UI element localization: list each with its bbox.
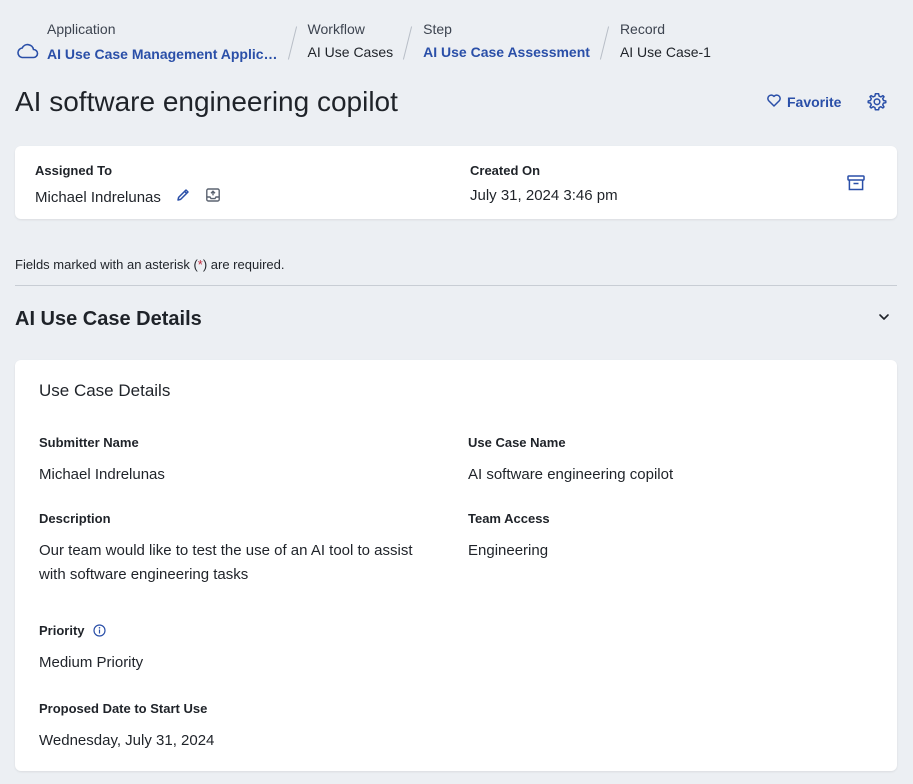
breadcrumb-application-link[interactable]: AI Use Case Management Applic…: [47, 45, 278, 63]
description-field: Description Our team would like to test …: [39, 511, 429, 587]
breadcrumb-workflow-value: AI Use Cases: [307, 44, 394, 60]
section-header-ai-use-case-details[interactable]: AI Use Case Details: [15, 305, 897, 333]
breadcrumb-step-label: Step: [423, 21, 452, 37]
upload-tray-icon: [205, 187, 221, 208]
favorite-label: Favorite: [787, 94, 842, 110]
description-label: Description: [39, 511, 111, 526]
use-case-name-field: Use Case Name AI software engineering co…: [468, 435, 673, 487]
archive-button[interactable]: [846, 173, 866, 198]
created-on-value: July 31, 2024 3:46 pm: [470, 187, 618, 204]
info-icon[interactable]: [92, 624, 106, 637]
required-fields-note: Fields marked with an asterisk (*) are r…: [15, 257, 285, 272]
submitter-name-field: Submitter Name Michael Indrelunas: [39, 435, 165, 487]
team-access-label: Team Access: [468, 511, 550, 526]
created-on-field: Created On July 31, 2024 3:46 pm: [470, 163, 618, 204]
page-title: AI software engineering copilot: [15, 86, 398, 117]
record-summary-card: Assigned To Michael Indrelunas Created O…: [15, 146, 897, 219]
priority-field: Priority Medium Priority: [39, 623, 143, 675]
edit-assignee-button[interactable]: [175, 187, 191, 208]
breadcrumb-step-link[interactable]: AI Use Case Assessment: [423, 43, 590, 61]
card-title: Use Case Details: [39, 381, 171, 400]
created-on-label: Created On: [470, 163, 541, 178]
proposed-date-value: Wednesday, July 31, 2024: [39, 732, 215, 749]
proposed-date-label: Proposed Date to Start Use: [39, 701, 208, 716]
archive-icon: [846, 175, 866, 197]
use-case-details-card: Use Case Details Submitter Name Michael …: [15, 360, 897, 771]
heart-icon: [767, 94, 787, 110]
divider: [15, 285, 897, 286]
submitter-name-value: Michael Indrelunas: [39, 466, 165, 483]
assigned-to-value: Michael Indrelunas: [35, 189, 161, 206]
assigned-to-label: Assigned To: [35, 163, 113, 178]
section-title: AI Use Case Details: [15, 307, 202, 330]
reassign-button[interactable]: [205, 187, 221, 208]
team-access-field: Team Access Engineering: [468, 511, 550, 563]
breadcrumb-record-label: Record: [619, 21, 666, 37]
submitter-name-label: Submitter Name: [39, 435, 139, 450]
cloud-icon: [16, 43, 39, 64]
use-case-name-label: Use Case Name: [468, 435, 566, 450]
assigned-to-field: Assigned To Michael Indrelunas: [35, 163, 221, 208]
breadcrumb-record: Record AI Use Case-1: [620, 20, 711, 61]
priority-value: Medium Priority: [39, 654, 144, 671]
chevron-down-icon[interactable]: [877, 310, 897, 329]
required-note-text-after: ) are required.: [202, 257, 285, 272]
pencil-icon: [175, 187, 191, 208]
breadcrumb-workflow: Workflow AI Use Cases: [308, 20, 394, 61]
proposed-date-field: Proposed Date to Start Use Wednesday, Ju…: [39, 701, 214, 753]
required-note-text-before: Fields marked with an asterisk (: [15, 257, 198, 272]
breadcrumb-application[interactable]: Application AI Use Case Management Appli…: [16, 20, 278, 64]
use-case-name-value: AI software engineering copilot: [468, 466, 674, 483]
breadcrumb-separator: [397, 20, 419, 56]
gear-icon: [867, 93, 887, 116]
priority-label: Priority: [39, 623, 85, 638]
settings-button[interactable]: [867, 92, 887, 117]
breadcrumb-step[interactable]: Step AI Use Case Assessment: [423, 20, 590, 61]
breadcrumb-separator: [594, 20, 616, 56]
breadcrumb: Application AI Use Case Management Appli…: [16, 20, 897, 64]
favorite-button[interactable]: Favorite: [767, 94, 841, 110]
description-value: Our team would like to test the use of a…: [39, 542, 413, 583]
breadcrumb-application-label: Application: [47, 21, 116, 37]
breadcrumb-separator: [282, 20, 304, 56]
breadcrumb-workflow-label: Workflow: [307, 21, 365, 37]
team-access-value: Engineering: [468, 542, 549, 559]
breadcrumb-record-value: AI Use Case-1: [619, 44, 711, 60]
